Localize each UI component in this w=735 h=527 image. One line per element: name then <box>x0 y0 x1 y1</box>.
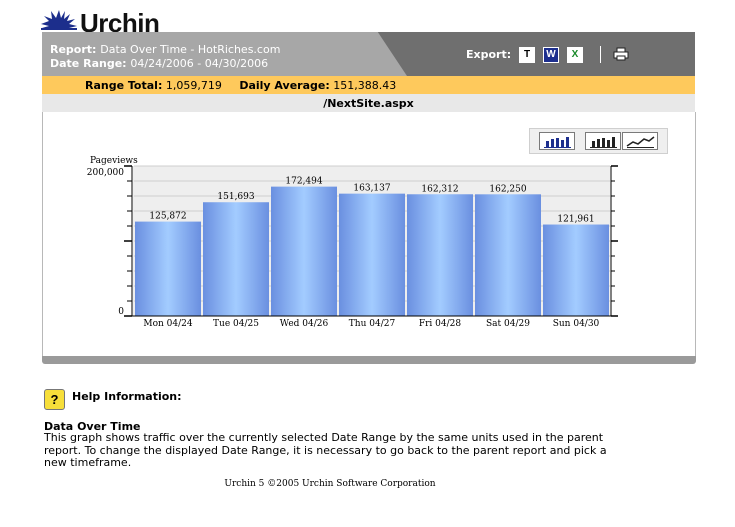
x-tick-label: Mon 04/24 <box>143 319 193 329</box>
x-tick-label: Thu 04/27 <box>349 319 396 329</box>
y-tick-label-top: 200,000 <box>87 168 124 178</box>
bar-value-label: 121,961 <box>557 215 594 225</box>
x-tick-label: Fri 04/28 <box>419 319 461 329</box>
bar[interactable] <box>339 193 405 316</box>
bar[interactable] <box>407 194 473 316</box>
help-icon[interactable]: ? <box>44 389 65 410</box>
x-tick-label: Wed 04/26 <box>280 319 329 329</box>
x-tick-label: Sun 04/30 <box>553 319 600 329</box>
bar[interactable] <box>543 224 609 316</box>
bar[interactable] <box>475 194 541 316</box>
x-tick-label: Tue 04/25 <box>213 319 259 329</box>
bar-value-label: 151,693 <box>217 192 254 202</box>
y-axis-title: Pageviews <box>90 156 138 166</box>
copyright-footer: Urchin 5 ©2005 Urchin Software Corporati… <box>224 479 436 489</box>
bar-value-label: 162,250 <box>489 184 526 194</box>
bar[interactable] <box>135 221 201 316</box>
y-tick-label-zero: 0 <box>118 307 124 317</box>
bar-value-label: 163,137 <box>353 184 390 194</box>
bar-value-label: 125,872 <box>149 212 186 222</box>
bar[interactable] <box>271 186 337 316</box>
x-tick-label: Sat 04/29 <box>486 319 530 329</box>
bar-value-label: 172,494 <box>285 177 322 187</box>
help-title: Help Information: <box>72 390 182 403</box>
help-body-text: This graph shows traffic over the curren… <box>44 431 607 469</box>
bar-value-label: 162,312 <box>421 184 458 194</box>
bar[interactable] <box>203 202 269 316</box>
